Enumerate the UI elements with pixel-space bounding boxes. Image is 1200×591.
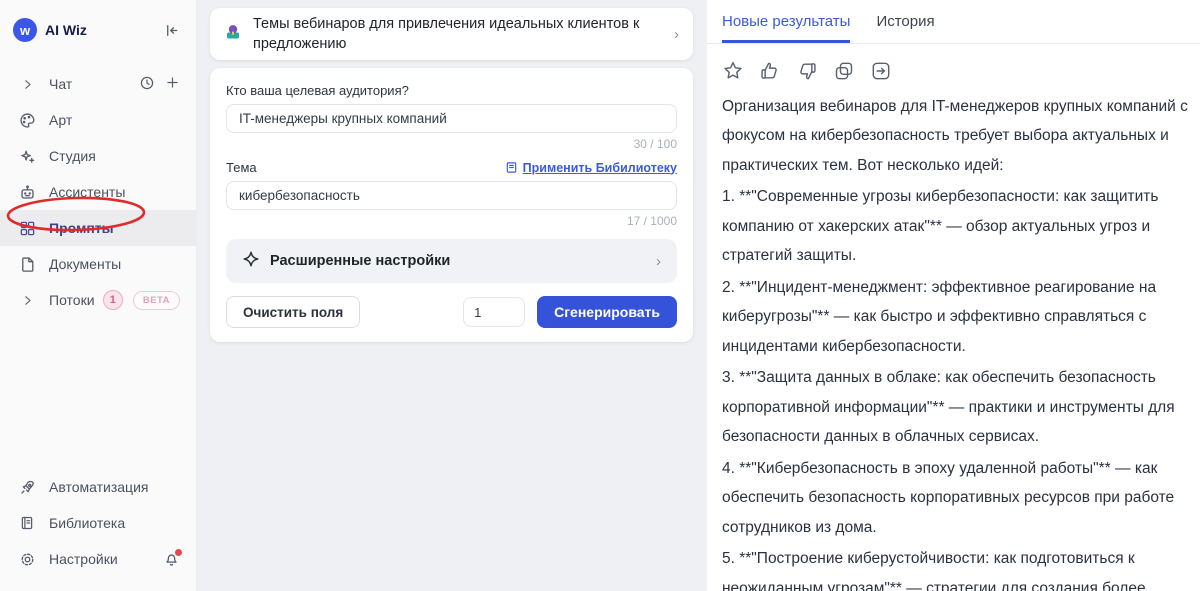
topic-counter: 17 / 1000 (226, 214, 677, 228)
sidebar-item-label: Студия (49, 148, 96, 164)
robot-icon (18, 184, 36, 201)
result-paragraph: 5. **"Построение киберустойчивости: как … (722, 544, 1194, 591)
diamond-sparkle-icon (242, 250, 260, 273)
audience-label: Кто ваша целевая аудитория? (226, 83, 677, 98)
generation-count-input[interactable] (463, 297, 525, 327)
aiwiz-logo-icon: w (13, 18, 37, 42)
generated-result-text: Организация вебинаров для IT-менеджеров … (722, 92, 1194, 591)
audience-counter: 30 / 100 (226, 137, 677, 151)
apply-library-link[interactable]: Применить Бибилиотеку (505, 161, 677, 175)
copy-icon[interactable] (833, 60, 855, 82)
sidebar-header: w AI Wiz (0, 14, 196, 46)
notification-dot (175, 549, 182, 556)
beta-badge: BETA (133, 291, 180, 310)
document-icon (18, 256, 36, 273)
thumbs-up-icon[interactable] (759, 60, 781, 82)
gear-icon (18, 551, 36, 568)
star-icon[interactable] (722, 60, 744, 82)
plus-icon[interactable] (165, 75, 180, 93)
template-title: Темы вебинаров для привлечения идеальных… (253, 14, 663, 54)
thumbs-down-icon[interactable] (796, 60, 818, 82)
sidebar-bottom-nav: Автоматизация Библиотека Настройки (0, 469, 196, 577)
sidebar-item-assistants[interactable]: Ассистенты (0, 174, 196, 210)
rocket-icon (18, 479, 36, 496)
result-paragraph: Организация вебинаров для IT-менеджеров … (722, 92, 1194, 181)
sidebar-item-label: Чат (49, 76, 72, 92)
brand-name: AI Wiz (45, 22, 87, 38)
sidebar-item-chat[interactable]: Чат (0, 66, 196, 102)
result-paragraph: 1. **"Современные угрозы кибербезопаснос… (722, 182, 1194, 271)
advanced-settings-label: Расширенные настройки (270, 253, 656, 269)
tab-new-results[interactable]: Новые результаты (722, 0, 850, 43)
result-actions (722, 59, 1194, 83)
result-paragraph: 4. **"Кибербезопасность в эпоху удаленно… (722, 454, 1194, 543)
chevron-right-icon: › (656, 253, 661, 270)
bell-icon[interactable] (163, 551, 180, 568)
sidebar-item-label: Документы (49, 256, 121, 272)
chevron-right-icon (18, 293, 36, 308)
sidebar-item-prompts[interactable]: Промпты (0, 210, 196, 246)
generate-button[interactable]: Сгенерировать (537, 296, 677, 328)
sparkles-icon (18, 148, 36, 165)
sidebar-item-art[interactable]: Арт (0, 102, 196, 138)
result-paragraph: 3. **"Защита данных в облаке: как обеспе… (722, 363, 1194, 452)
prompt-panel: Темы вебинаров для привлечения идеальных… (197, 0, 707, 591)
results-tabbar: Новые результаты История (707, 0, 1200, 44)
sidebar: w AI Wiz Чат (0, 0, 197, 591)
grid-icon (18, 220, 36, 237)
results-panel: Новые результаты История (707, 0, 1200, 591)
book-icon (18, 515, 36, 531)
sidebar-item-flows[interactable]: Потоки 1 BETA (0, 282, 196, 318)
palette-icon (18, 112, 36, 129)
library-icon (505, 161, 518, 174)
sidebar-item-label: Промпты (49, 220, 114, 236)
tab-history[interactable]: История (876, 0, 934, 43)
sidebar-item-label: Арт (49, 112, 72, 128)
clear-fields-button[interactable]: Очистить поля (226, 296, 360, 328)
sidebar-nav: Чат Арт (0, 66, 196, 318)
result-paragraph: 2. **"Инцидент-менеджмент: эффективное р… (722, 273, 1194, 362)
prompt-form: Кто ваша целевая аудитория? 30 / 100 Тем… (210, 68, 693, 342)
flows-count-badge: 1 (103, 290, 123, 310)
sidebar-item-automation[interactable]: Автоматизация (0, 469, 196, 505)
sidebar-item-label: Ассистенты (49, 184, 125, 200)
chevron-right-icon: › (674, 26, 679, 43)
sidebar-item-documents[interactable]: Документы (0, 246, 196, 282)
sidebar-item-settings[interactable]: Настройки (0, 541, 196, 577)
results-body: Организация вебинаров для IT-менеджеров … (707, 44, 1200, 591)
sidebar-item-label: Настройки (49, 551, 118, 567)
export-icon[interactable] (870, 60, 892, 82)
app-window: w AI Wiz Чат (0, 0, 1200, 591)
topic-input[interactable] (226, 181, 677, 210)
topic-label: Тема (226, 160, 257, 175)
chevron-right-icon (18, 77, 36, 92)
clock-icon[interactable] (139, 75, 155, 94)
prompt-template-header[interactable]: Темы вебинаров для привлечения идеальных… (210, 8, 693, 60)
sidebar-item-label: Потоки (49, 292, 95, 308)
template-icon (224, 23, 242, 46)
sidebar-item-studio[interactable]: Студия (0, 138, 196, 174)
collapse-sidebar-icon[interactable] (163, 22, 180, 39)
advanced-settings-toggle[interactable]: Расширенные настройки › (226, 239, 677, 283)
sidebar-item-library[interactable]: Библиотека (0, 505, 196, 541)
sidebar-item-label: Автоматизация (49, 479, 148, 495)
sidebar-item-label: Библиотека (49, 515, 125, 531)
audience-input[interactable] (226, 104, 677, 133)
